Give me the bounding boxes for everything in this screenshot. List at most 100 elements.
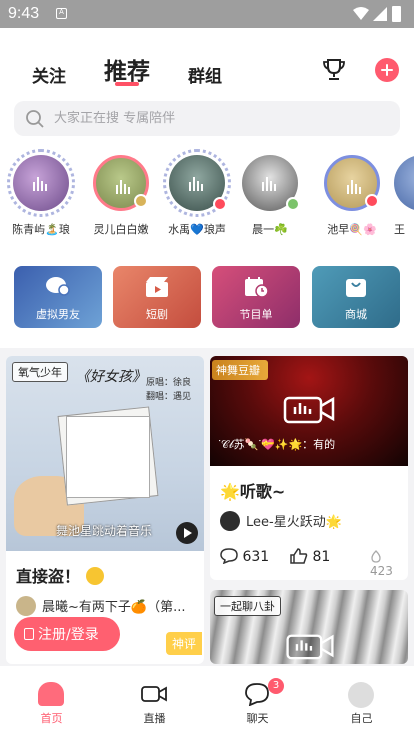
entry-label: 商城 xyxy=(345,308,367,321)
author-avatar xyxy=(220,511,240,531)
avatar xyxy=(324,155,380,211)
host-name: 陈青屿🏝️琅 xyxy=(12,223,70,236)
cover-title: 《好女孩》 xyxy=(76,369,146,385)
home-icon xyxy=(38,682,64,706)
level-badge xyxy=(365,194,379,208)
live-hosts-row: 陈青屿🏝️琅 灵儿白白嫩 水禹💙琅声 晨一☘️ 池早🍭🌸 王 xyxy=(0,149,414,245)
nav-chat[interactable]: 3 聊天 xyxy=(206,666,309,736)
sim-icon: A xyxy=(56,8,67,19)
nav-live[interactable]: 直播 xyxy=(103,666,206,736)
feed-card[interactable]: ᐝ𝒞𝒷苏🍡ᐝ💝✨🌟：有的 神舞豆瓣 🌟听歌~ Lee-星火跃动🌟 631 81 … xyxy=(210,356,408,580)
like-count: 81 xyxy=(312,549,331,565)
view-stat: 423 xyxy=(370,550,408,578)
card-title: 🌟听歌~ xyxy=(220,482,286,501)
host-item[interactable]: 池早🍭🌸 xyxy=(316,155,388,237)
tab-recommend[interactable]: 推荐 xyxy=(104,52,150,86)
comment-stat[interactable]: 631 xyxy=(220,548,269,565)
card-title: 直接盗！ xyxy=(16,563,105,587)
search-bar[interactable] xyxy=(14,101,400,136)
nav-me[interactable]: 自己 xyxy=(310,666,413,736)
nav-label: 首页 xyxy=(40,712,63,725)
host-item[interactable]: 灵儿白白嫩 xyxy=(85,155,157,237)
like-stat[interactable]: 81 xyxy=(290,548,330,565)
author-name: 晨曦~有两下子🍊（第... xyxy=(42,600,186,615)
emoji-icon xyxy=(86,567,105,585)
author-name: Lee-星火跃动🌟 xyxy=(246,515,342,530)
host-name: 晨一☘️ xyxy=(252,223,288,236)
video-camera-icon xyxy=(283,396,335,424)
host-item[interactable]: 陈青屿🏝️琅 xyxy=(5,149,77,237)
comment-icon xyxy=(220,548,238,565)
search-icon xyxy=(26,110,44,128)
video-camera-icon xyxy=(286,634,334,660)
comment-count: 631 xyxy=(242,549,270,565)
login-label: 注册/登录 xyxy=(38,627,99,643)
feed-card[interactable]: 一起聊八卦 xyxy=(210,590,408,664)
tab-follow[interactable]: 关注 xyxy=(32,62,66,87)
live-bars-icon xyxy=(189,177,203,191)
nav-label: 直播 xyxy=(143,712,166,725)
avatar xyxy=(163,149,231,217)
card-author[interactable]: Lee-星火跃动🌟 xyxy=(220,511,342,531)
level-badge xyxy=(286,197,300,211)
shopping-bag-icon xyxy=(346,279,366,297)
chat-bubble-icon xyxy=(245,683,269,706)
flame-icon xyxy=(371,550,381,563)
thumbs-up-icon xyxy=(290,548,308,564)
view-count: 423 xyxy=(370,564,393,578)
host-name: 灵儿白白嫩 xyxy=(93,223,149,236)
feature-entries: 虚拟男友 短剧 节目单 商城 xyxy=(0,266,414,328)
document-icon xyxy=(24,628,34,640)
card-author[interactable]: 晨曦~有两下子🍊（第... xyxy=(16,596,185,616)
live-bars-icon xyxy=(33,177,47,191)
entry-mall[interactable]: 商城 xyxy=(312,266,400,328)
nav-home[interactable]: 首页 xyxy=(0,666,103,736)
author-avatar xyxy=(16,596,36,616)
status-time: 9:43 xyxy=(8,5,40,22)
entry-program-list[interactable]: 节目单 xyxy=(212,266,300,328)
avatar xyxy=(394,155,414,211)
host-name: 水禹💙琅声 xyxy=(168,223,226,236)
level-badge xyxy=(134,194,148,208)
entry-label: 节目单 xyxy=(239,308,273,321)
entry-short-drama[interactable]: 短剧 xyxy=(113,266,201,328)
level-badge xyxy=(213,197,227,211)
cover-photo xyxy=(66,416,150,498)
card-title-text: 直接盗！ xyxy=(16,567,81,586)
card-cover: 《好女孩》 原唱：徐良 翻唱：遇见 舞池星跳动着音乐 xyxy=(6,356,204,551)
status-bar: 9:43 A xyxy=(0,0,414,28)
login-register-button[interactable]: 注册/登录 xyxy=(14,617,120,651)
search-input[interactable] xyxy=(54,101,384,136)
battery-icon xyxy=(392,6,401,22)
tab-group[interactable]: 群组 xyxy=(188,62,222,87)
entry-virtual-boyfriend[interactable]: 虚拟男友 xyxy=(14,266,102,328)
live-bars-icon xyxy=(347,180,361,194)
unread-badge: 3 xyxy=(268,678,284,694)
cover-marquee: 舞池星跳动着音乐 xyxy=(56,524,153,538)
host-name: 王 xyxy=(394,223,405,236)
trophy-icon[interactable] xyxy=(321,58,347,82)
host-name: 池早🍭🌸 xyxy=(327,223,377,236)
add-button[interactable] xyxy=(375,58,399,82)
entry-label: 短剧 xyxy=(146,308,168,321)
wifi-icon xyxy=(353,7,369,20)
host-item[interactable]: 水禹💙琅声 xyxy=(161,149,233,237)
entry-label: 虚拟男友 xyxy=(36,308,80,321)
signal-icon xyxy=(373,7,387,21)
clapperboard-icon xyxy=(146,277,168,297)
cover-marquee: ᐝ𝒞𝒷苏🍡ᐝ💝✨🌟：有的 xyxy=(218,438,336,451)
play-icon[interactable] xyxy=(176,522,198,544)
live-bars-icon xyxy=(262,177,276,191)
host-item[interactable]: 王 xyxy=(394,155,414,237)
nav-label: 自己 xyxy=(350,712,373,725)
cover-side-text: 原唱：徐良 翻唱：遇见 xyxy=(146,378,192,402)
calendar-clock-icon xyxy=(245,277,269,298)
host-item[interactable]: 晨一☘️ xyxy=(234,155,306,237)
avatar xyxy=(7,149,75,217)
card-tag: 氧气少年 xyxy=(12,362,68,382)
avatar xyxy=(242,155,300,211)
active-tab-indicator xyxy=(115,82,139,86)
chat-bubble-icon xyxy=(46,277,70,296)
card-tag: 一起聊八卦 xyxy=(214,596,281,616)
profile-avatar-icon xyxy=(348,682,374,708)
